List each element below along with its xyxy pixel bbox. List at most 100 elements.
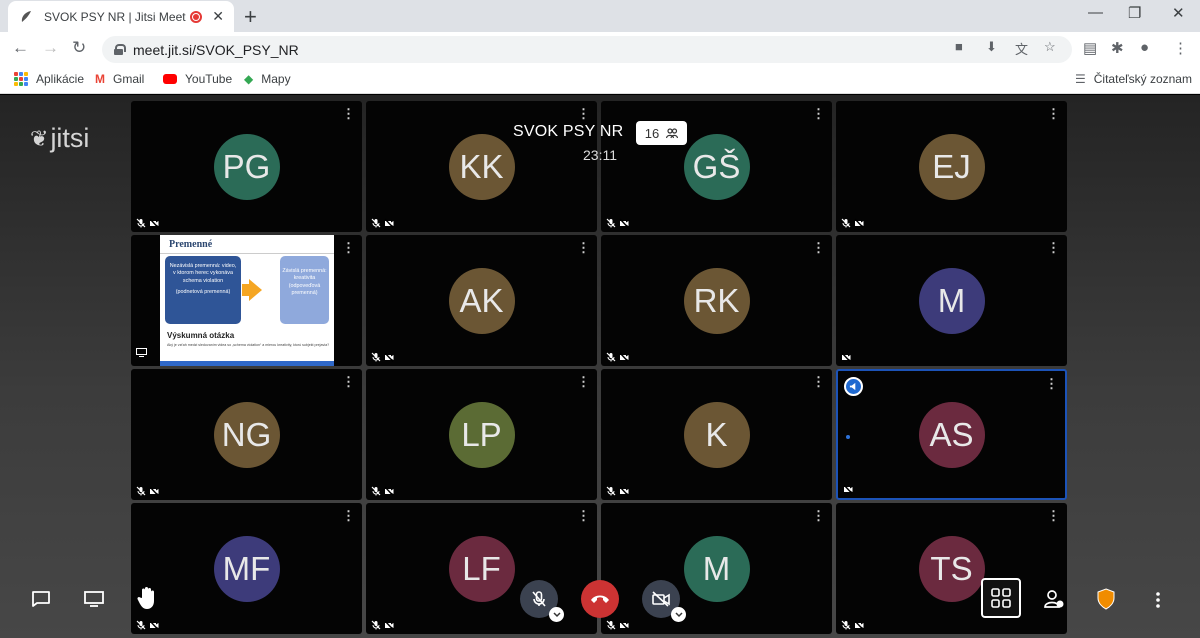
more-actions-button[interactable] (1150, 589, 1166, 611)
participant-tile[interactable]: MF ⋮ (131, 503, 362, 634)
meeting-stage: ❦ jitsi PG ⋮ KK ⋮ GŠ ⋮ EJ ⋮ AK ⋮ RK ⋮ M ⋮ NG ⋮ LP ⋮ K ⋮ AS ⋮ M… (0, 95, 1200, 638)
mic-muted-icon (606, 218, 616, 228)
participant-tile[interactable]: PG ⋮ (131, 101, 362, 232)
participant-count-badge[interactable]: 16 (636, 121, 687, 145)
tile-view-button[interactable] (981, 578, 1021, 618)
shared-slide: Premenné Nezávislá premenná: video, v kto… (160, 235, 334, 366)
minimize-window-button[interactable]: — (1088, 4, 1103, 21)
chat-button[interactable] (30, 588, 52, 610)
participant-status (606, 218, 629, 228)
meeting-title: SVOK PSY NR (513, 123, 624, 140)
bookmark-youtube[interactable]: YouTube (163, 72, 232, 86)
tile-menu-icon[interactable]: ⋮ (577, 509, 590, 522)
new-tab-button[interactable]: + (244, 4, 257, 30)
youtube-icon (163, 74, 177, 84)
screen-share-tile[interactable]: Premenné Nezávislá premenná: video, v kto… (131, 235, 362, 366)
tile-menu-icon[interactable]: ⋮ (342, 107, 355, 120)
back-button[interactable]: ← (12, 38, 29, 58)
hangup-button[interactable] (581, 580, 619, 618)
participant-tile[interactable]: RK ⋮ (601, 235, 832, 366)
bookmark-gmail[interactable]: M Gmail (95, 72, 144, 86)
extensions-icon[interactable]: ✱ (1111, 39, 1124, 57)
reload-button[interactable]: ↻ (72, 38, 86, 58)
profile-avatar-icon[interactable]: ● (1140, 39, 1149, 56)
mic-muted-icon (371, 620, 381, 630)
mic-muted-icon (606, 486, 616, 496)
invite-participants-button[interactable] (1043, 587, 1065, 611)
participant-tile[interactable]: K ⋮ (601, 369, 832, 500)
tile-menu-icon[interactable]: ⋮ (1045, 377, 1058, 390)
restore-window-button[interactable]: ❐ (1128, 4, 1141, 22)
mic-muted-icon (606, 620, 616, 630)
tile-menu-icon[interactable]: ⋮ (812, 509, 825, 522)
camera-off-icon (619, 486, 629, 496)
raise-hand-button[interactable] (135, 585, 159, 611)
participant-avatar: LF (448, 535, 515, 602)
pdf-extension-icon[interactable]: ▤ (1083, 39, 1097, 57)
tile-menu-icon[interactable]: ⋮ (1047, 241, 1060, 254)
tile-menu-icon[interactable]: ⋮ (1047, 107, 1060, 120)
jitsi-leaf-icon: ❦ (30, 125, 49, 151)
camera-off-icon (149, 620, 159, 630)
close-window-button[interactable]: ✕ (1172, 4, 1185, 22)
translate-icon[interactable]: 文 (1015, 39, 1028, 58)
participant-tile[interactable]: M ⋮ (601, 503, 832, 634)
participant-status (371, 620, 394, 630)
screen-share-button[interactable] (82, 588, 106, 610)
participant-tile[interactable]: GŠ ⋮ (601, 101, 832, 232)
tile-menu-icon[interactable]: ⋮ (342, 509, 355, 522)
microphone-button[interactable] (520, 580, 564, 622)
install-app-icon[interactable]: ⬇ (986, 39, 997, 55)
bookmark-label: YouTube (185, 72, 233, 86)
camera-off-icon (384, 486, 394, 496)
address-bar[interactable]: meet.jit.si/SVOK_PSY_NR (102, 36, 1072, 63)
microphone-options-chevron-icon[interactable] (549, 607, 564, 622)
tile-grid-icon (991, 588, 1011, 608)
slide-independent-note: (podnetová premenná) (175, 288, 231, 295)
participant-avatar: M (918, 267, 985, 334)
participant-status (841, 620, 864, 630)
bookmark-apps[interactable]: Aplikácie (14, 72, 84, 86)
participant-tile[interactable]: EJ ⋮ (836, 101, 1067, 232)
participant-tile[interactable]: KK ⋮ (366, 101, 597, 232)
bookmark-maps[interactable]: ◆ Mapy (244, 72, 291, 86)
close-tab-icon[interactable]: ✕ (212, 8, 224, 25)
participant-tile[interactable]: LP ⋮ (366, 369, 597, 500)
participant-count: 16 (644, 125, 660, 141)
tile-menu-icon[interactable]: ⋮ (812, 107, 825, 120)
camera-off-icon (619, 352, 629, 362)
camera-options-chevron-icon[interactable] (671, 607, 686, 622)
participant-tile[interactable]: NG ⋮ (131, 369, 362, 500)
forward-button[interactable]: → (42, 38, 59, 58)
bookmarks-bar: Aplikácie M Gmail YouTube ◆ Mapy ☰ Čitat… (0, 66, 1200, 94)
bookmark-star-icon[interactable]: ☆ (1044, 39, 1056, 55)
participant-status (371, 486, 394, 496)
tile-menu-icon[interactable]: ⋮ (577, 241, 590, 254)
participants-icon (666, 128, 679, 139)
slide-arrow-icon (249, 279, 262, 301)
reading-list[interactable]: ☰ Čitateľský zoznam (1075, 72, 1192, 86)
browser-tab[interactable]: SVOK PSY NR | Jitsi Meet ✕ (8, 1, 234, 32)
camera-permission-icon[interactable]: ■ (955, 39, 963, 54)
mic-muted-icon (606, 352, 616, 362)
camera-off-icon (384, 620, 394, 630)
lock-icon (114, 44, 126, 55)
browser-menu-icon[interactable]: ⋮ (1173, 39, 1188, 57)
camera-button[interactable] (642, 580, 686, 622)
tile-menu-icon[interactable]: ⋮ (342, 375, 355, 388)
tile-menu-icon[interactable]: ⋮ (812, 375, 825, 388)
participant-tile[interactable]: M ⋮ (836, 235, 1067, 366)
participant-tile[interactable]: AS ⋮ (836, 369, 1067, 500)
tile-menu-icon[interactable]: ⋮ (342, 241, 355, 254)
slide-dependent-note: (odpoveďová premenná) (288, 282, 321, 296)
tile-menu-icon[interactable]: ⋮ (812, 241, 825, 254)
camera-off-icon (619, 218, 629, 228)
more-vertical-icon (1156, 592, 1160, 608)
camera-off-icon (854, 218, 864, 228)
security-options-button[interactable] (1096, 587, 1116, 611)
tile-menu-icon[interactable]: ⋮ (1047, 509, 1060, 522)
participant-tile[interactable]: AK ⋮ (366, 235, 597, 366)
tile-menu-icon[interactable]: ⋮ (577, 375, 590, 388)
participant-tile[interactable]: TS ⋮ (836, 503, 1067, 634)
tile-menu-icon[interactable]: ⋮ (577, 107, 590, 120)
